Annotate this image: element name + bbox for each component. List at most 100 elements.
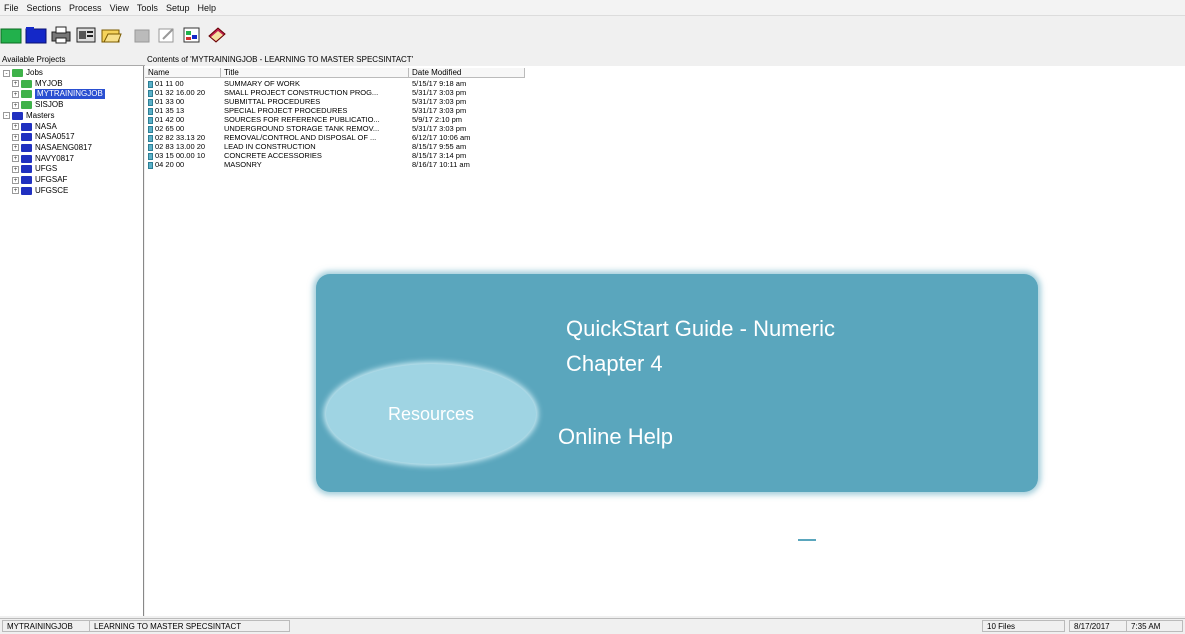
section-file-icon <box>148 152 153 160</box>
menu-sections[interactable]: Sections <box>23 3 66 13</box>
expand-icon[interactable]: + <box>12 123 19 130</box>
expand-icon[interactable]: + <box>12 90 19 98</box>
cell-text: UNDERGROUND STORAGE TANK REMOV... <box>224 124 380 133</box>
file-name-cell: 01 35 13 <box>145 106 221 115</box>
online-help-label: Online Help <box>558 424 673 449</box>
new-job-button[interactable] <box>0 26 22 44</box>
file-date-cell: 5/31/17 3:03 pm <box>409 97 525 106</box>
file-title-cell: CONCRETE ACCESSORIES <box>221 151 409 160</box>
tree-item-label: MYJOB <box>35 78 63 88</box>
section-file-icon <box>148 161 153 169</box>
cell-text: SMALL PROJECT CONSTRUCTION PROG... <box>224 88 379 97</box>
collapse-icon[interactable]: - <box>3 69 10 77</box>
cell-text: SOURCES FOR REFERENCE PUBLICATIO... <box>224 115 380 124</box>
cell-text: 02 83 13.00 20 <box>155 142 206 151</box>
available-projects-header: Available Projects <box>0 54 145 66</box>
overlay-chapter: Chapter 4 <box>566 351 663 376</box>
file-title-cell: SUBMITTAL PROCEDURES <box>221 97 409 106</box>
file-name-cell: 02 65 00 <box>145 124 221 133</box>
tree-item-navy0817[interactable]: + NAVY0817 <box>12 154 74 164</box>
expand-icon[interactable]: + <box>12 155 19 163</box>
folder-icon <box>21 90 32 99</box>
column-title[interactable]: Title <box>221 68 409 78</box>
file-row[interactable]: 01 35 13 SPECIAL PROJECT PROCEDURES 5/31/1… <box>145 106 525 115</box>
tree-item-label: MYTRAININGJOB <box>35 89 105 100</box>
cell-text: 5/9/17 2:10 pm <box>412 115 463 124</box>
tree-item-ufgs[interactable]: + UFGS <box>12 164 57 174</box>
tree-item-label: UFGSCE <box>35 185 69 195</box>
help-book-button[interactable] <box>206 26 228 44</box>
file-row[interactable]: 02 82 33.13 20 REMOVAL/CONTROL AND DISPOS… <box>145 133 525 142</box>
folder-icon <box>21 154 32 163</box>
section-file-icon <box>148 107 153 115</box>
tree-item-mytrainingjob[interactable]: + MYTRAININGJOB <box>12 89 105 100</box>
print-button[interactable] <box>50 26 72 44</box>
expand-icon[interactable]: + <box>12 165 19 173</box>
expand-icon[interactable]: + <box>12 144 19 152</box>
cell-text: 04 20 00 <box>155 160 185 169</box>
menu-bar: File Sections Process View Tools Setup H… <box>0 0 1185 16</box>
file-row[interactable]: 02 83 13.00 20 LEAD IN CONSTRUCTION 8/15/1… <box>145 142 525 151</box>
expand-icon[interactable]: + <box>12 187 19 195</box>
open-folder-icon <box>101 29 122 43</box>
file-row[interactable]: 01 33 00 SUBMITTAL PROCEDURES 5/31/17 3:03… <box>145 97 525 106</box>
column-date-modified[interactable]: Date Modified <box>409 68 525 78</box>
menu-setup[interactable]: Setup <box>162 3 194 13</box>
folder-icon <box>21 79 32 88</box>
report-button[interactable] <box>181 26 203 44</box>
tree-item-jobs[interactable]: - Jobs <box>3 68 43 78</box>
file-title-cell: SMALL PROJECT CONSTRUCTION PROG... <box>221 88 409 97</box>
expand-icon[interactable]: + <box>12 80 19 88</box>
menu-help[interactable]: Help <box>193 3 220 13</box>
folder-icon <box>12 69 23 77</box>
overlay-dash <box>798 539 816 541</box>
file-row[interactable]: 04 20 00 MASONRY 8/16/17 10:11 am <box>145 160 525 169</box>
expand-icon[interactable]: + <box>12 101 19 109</box>
section-file-icon <box>148 116 153 124</box>
section-file-icon <box>148 134 153 142</box>
file-title-cell: REMOVAL/CONTROL AND DISPOSAL OF ... <box>221 133 409 142</box>
tree-item-nasa[interactable]: + NASA <box>12 122 57 132</box>
tree-item-sisjob[interactable]: + SISJOB <box>12 100 63 110</box>
file-row[interactable]: 01 42 00 SOURCES FOR REFERENCE PUBLICATIO… <box>145 115 525 124</box>
tree-item-nasa0517[interactable]: + NASA0517 <box>12 132 75 142</box>
column-name[interactable]: Name <box>145 68 221 78</box>
tree-item-myjob[interactable]: + MYJOB <box>12 79 63 89</box>
menu-tools[interactable]: Tools <box>133 3 162 13</box>
status-file-count: 10 Files <box>982 620 1065 632</box>
tree-item-ufgsaf[interactable]: + UFGSAF <box>12 175 67 185</box>
file-name-cell: 01 33 00 <box>145 97 221 106</box>
disabled-button-1[interactable] <box>131 26 153 44</box>
cell-text: 01 11 00 <box>155 79 184 88</box>
tree-item-nasaeng0817[interactable]: + NASAENG0817 <box>12 143 92 153</box>
tree-item-ufgsce[interactable]: + UFGSCE <box>12 186 68 196</box>
status-job: MYTRAININGJOB <box>2 620 90 632</box>
open-folder-button[interactable] <box>100 26 122 44</box>
cell-text: 8/16/17 10:11 am <box>412 160 470 169</box>
resources-label: Resources <box>387 403 475 424</box>
expand-icon[interactable]: + <box>12 176 19 184</box>
overlay-title: QuickStart Guide - Numeric <box>566 316 835 341</box>
file-title-cell: LEAD IN CONSTRUCTION <box>221 142 409 151</box>
properties-button[interactable] <box>75 26 97 44</box>
file-row[interactable]: 01 11 00 SUMMARY OF WORK 5/15/17 9:18 am <box>145 79 525 88</box>
cell-text: 02 82 33.13 20 <box>155 133 206 142</box>
collapse-icon[interactable]: - <box>3 112 10 120</box>
file-date-cell: 5/31/17 3:03 pm <box>409 88 525 97</box>
contents-header: Contents of 'MYTRAININGJOB - LEARNING TO… <box>145 54 1185 65</box>
status-time: 7:35 AM <box>1127 620 1183 632</box>
tree-item-label: NASA0517 <box>35 132 75 142</box>
section-file-icon <box>148 125 153 133</box>
open-master-button[interactable] <box>25 26 47 44</box>
menu-process[interactable]: Process <box>65 3 106 13</box>
edit-button[interactable] <box>156 26 178 44</box>
file-row[interactable]: 02 65 00 UNDERGROUND STORAGE TANK REMOV..… <box>145 124 525 133</box>
menu-file[interactable]: File <box>0 3 23 13</box>
expand-icon[interactable]: + <box>12 133 19 141</box>
file-row[interactable]: 03 15 00.00 10 CONCRETE ACCESSORIES 8/15/1… <box>145 151 525 160</box>
file-row[interactable]: 01 32 16.00 20 SMALL PROJECT CONSTRUCTION… <box>145 88 525 97</box>
folder-icon <box>21 176 32 184</box>
cell-text: MASONRY <box>224 160 262 169</box>
menu-view[interactable]: View <box>106 3 133 13</box>
tree-item-masters[interactable]: - Masters <box>3 111 54 121</box>
